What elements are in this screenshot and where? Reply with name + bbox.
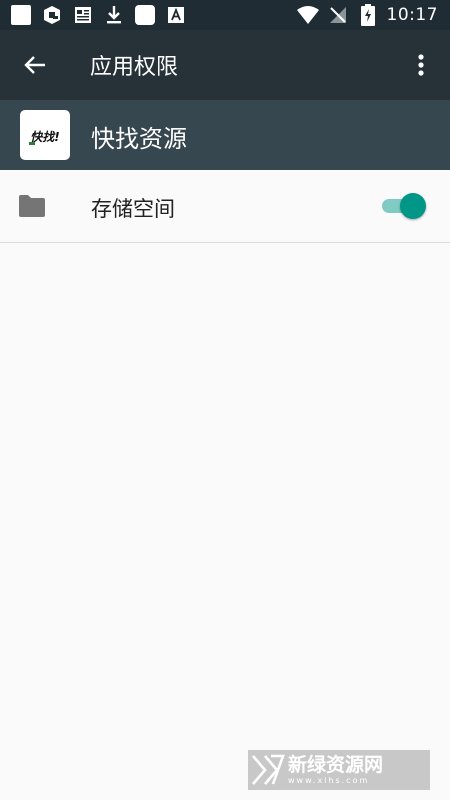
more-options-button[interactable] — [398, 42, 444, 88]
page-title: 应用权限 — [90, 55, 179, 80]
app-logo-icon: 快找! — [29, 130, 60, 145]
app-icon: 快找! — [20, 110, 70, 160]
status-time: 10:17 — [386, 5, 438, 25]
watermark-text: 新绿资源网 — [288, 754, 384, 776]
battery-charging-icon — [357, 4, 379, 26]
permission-label: 存储空间 — [91, 197, 175, 221]
qr-app-icon — [41, 4, 63, 26]
notification-icons — [10, 4, 187, 26]
arrow-back-icon — [24, 56, 45, 74]
folder-icon — [19, 195, 45, 217]
square-notification-icon — [134, 4, 156, 26]
app-logo-text: 快找! — [30, 130, 59, 144]
storage-toggle[interactable] — [400, 193, 426, 219]
watermark: 新绿资源网 www.xlhs.com — [248, 750, 430, 790]
watermark-text-block: 新绿资源网 www.xlhs.com — [288, 754, 383, 786]
more-vert-icon — [418, 54, 424, 76]
square-notification-icon — [10, 4, 32, 26]
watermark-subtext: www.xlhs.com — [288, 776, 370, 785]
a-app-icon — [165, 4, 187, 26]
toolbar: 应用权限 — [0, 30, 450, 100]
app-name: 快找资源 — [91, 125, 187, 153]
wifi-icon — [296, 4, 319, 26]
download-icon — [103, 4, 125, 26]
app-header: 快找! 快找资源 — [0, 100, 450, 170]
news-icon — [72, 4, 94, 26]
system-icons: 10:17 — [296, 4, 439, 26]
no-signal-icon — [327, 4, 349, 26]
back-button[interactable] — [12, 42, 58, 88]
status-bar: 10:17 — [0, 0, 450, 30]
watermark-logo-icon — [248, 750, 288, 790]
